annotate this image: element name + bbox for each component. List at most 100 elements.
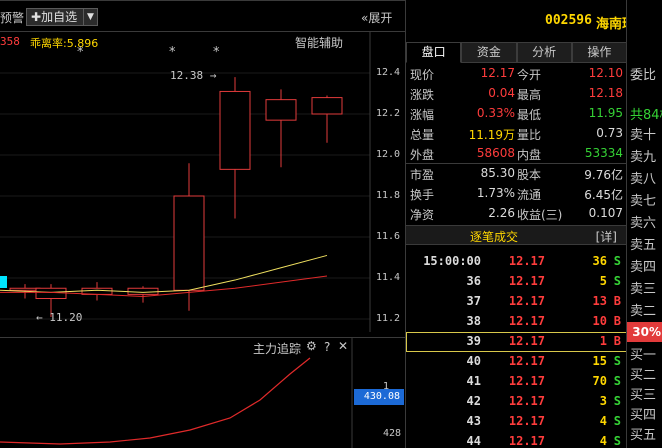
trade-direction: B: [613, 314, 621, 328]
trade-row[interactable]: 43 12.17 4 S: [406, 412, 627, 432]
depth-count-label: 共84档: [630, 108, 662, 123]
sub-axis-current-value: 430.08: [354, 389, 404, 405]
quote-row: 净资 2.26 收益(三) 0.107: [406, 204, 627, 224]
quote-value: 11.19万: [468, 128, 515, 142]
trade-row[interactable]: 40 12.17 15 S: [406, 352, 627, 372]
trade-time: 42: [466, 394, 481, 408]
candle[interactable]: [127, 286, 159, 303]
price-tick: 11.4: [376, 272, 401, 283]
trade-volume: 70: [592, 374, 607, 388]
trades-detail-link[interactable]: [详]: [596, 228, 617, 245]
ask-level-label: 卖八: [630, 172, 657, 187]
quote-label: 涨幅: [410, 108, 435, 122]
trade-direction: S: [613, 434, 621, 448]
trade-volume: 4: [599, 434, 607, 448]
trade-price: 12.17: [508, 374, 545, 388]
quote-row: 涨跌 0.04 最高 12.18: [406, 84, 627, 104]
quote-value: 58608: [476, 146, 515, 160]
candle[interactable]: [173, 163, 205, 311]
bid-ask-ratio-badge: 30%: [627, 322, 662, 342]
tab-funds[interactable]: 资金: [461, 42, 517, 63]
trade-volume: 13: [592, 294, 607, 308]
ask-level-label: 卖四: [630, 260, 657, 275]
quote-value: 0.33%: [476, 106, 515, 120]
trade-volume: 3: [599, 394, 607, 408]
trade-row[interactable]: 38 12.17 10 B: [406, 312, 627, 332]
trade-row[interactable]: 36 12.17 5 S: [406, 272, 627, 292]
quote-label: 收益(三): [517, 208, 563, 222]
trade-volume: 4: [599, 414, 607, 428]
trade-direction: B: [613, 294, 621, 308]
trade-price: 12.17: [508, 294, 545, 308]
quote-value: 0.107: [588, 206, 623, 220]
quote-value: 6.45亿: [584, 188, 623, 202]
ask-level-label: 卖十: [630, 128, 657, 143]
quote-value: 12.18: [588, 86, 623, 100]
candle[interactable]: [265, 89, 297, 168]
quote-label: 内盘: [517, 148, 542, 162]
quote-label: 最高: [517, 88, 542, 102]
quote-label: 现价: [410, 68, 435, 82]
price-tick: 12.0: [376, 149, 401, 160]
price-tick: 12.2: [376, 108, 401, 119]
alert-label[interactable]: 预警: [0, 9, 24, 26]
tab-orderbook[interactable]: 盘口: [406, 42, 462, 63]
ask-level-label: 卖三: [630, 282, 657, 297]
chart-area[interactable]: 预警 ✚加自选 ▼ «展开 358 乖离率:5.896 智能辅助 * * * 1…: [0, 0, 405, 448]
candle-body: [173, 195, 205, 291]
candle[interactable]: [81, 282, 113, 301]
candle[interactable]: [219, 77, 251, 219]
quote-row: 换手 1.73% 流通 6.45亿: [406, 184, 627, 204]
trade-price: 12.17: [508, 334, 545, 348]
price-tick: 11.6: [376, 231, 401, 242]
trade-volume: 5: [599, 274, 607, 288]
trade-direction: S: [613, 254, 621, 268]
trade-volume: 10: [592, 314, 607, 328]
trade-time: 40: [466, 354, 481, 368]
quote-label: 涨跌: [410, 88, 435, 102]
quote-panel: 002596 海南瑞泽 盘口 资金 分析 操作 现价 12.17 今开 12.10 涨跌…: [405, 0, 648, 448]
quote-row: 市盈 85.30 股本 9.76亿: [406, 164, 627, 184]
trade-time: 41: [466, 374, 481, 388]
trade-row[interactable]: 42 12.17 3 S: [406, 392, 627, 412]
trade-direction: B: [613, 334, 621, 348]
quote-label: 市盈: [410, 168, 435, 182]
tab-operation[interactable]: 操作: [571, 42, 627, 63]
trade-volume: 15: [592, 354, 607, 368]
trade-row[interactable]: 44 12.17 4 S: [406, 432, 627, 448]
arrow-right-icon: →: [203, 69, 217, 82]
expand-button[interactable]: «展开: [361, 9, 392, 26]
candle-body: [311, 97, 343, 115]
trade-row[interactable]: 39 12.17 1 B: [406, 332, 627, 352]
trade-price: 12.17: [508, 314, 545, 328]
bid-level-label: 买四: [630, 408, 657, 423]
sub-axis-tick: 428: [383, 428, 402, 439]
quote-row: 总量 11.19万 量比 0.73: [406, 124, 627, 144]
trade-row[interactable]: 15:00:00 12.17 36 S: [406, 252, 627, 272]
quote-row: 涨幅 0.33% 最低 11.95: [406, 104, 627, 124]
bid-level-label: 买五: [630, 428, 657, 443]
cursor-marker: [0, 276, 7, 288]
tab-analysis[interactable]: 分析: [516, 42, 572, 63]
trade-time: 15:00:00: [423, 254, 481, 268]
candle[interactable]: [311, 95, 343, 143]
trades-header: 逐笔成交 [详]: [406, 225, 627, 245]
ask-level-label: 卖九: [630, 150, 657, 165]
quote-value: 53334: [584, 146, 623, 160]
trade-row[interactable]: 41 12.17 70 S: [406, 372, 627, 392]
quote-value: 0.04: [488, 86, 515, 100]
price-tick: 11.8: [376, 190, 401, 201]
trade-row[interactable]: 37 12.17 13 B: [406, 292, 627, 312]
trade-volume: 36: [592, 254, 607, 268]
trade-price: 12.17: [508, 254, 545, 268]
order-book-strip: 委比共84档卖十卖九卖八卖七卖六卖五卖四卖三卖二卖一30%买一买二买三买四买五: [626, 0, 662, 448]
ask-level-label: 卖七: [630, 194, 657, 209]
quote-value: 0.73: [596, 126, 623, 140]
chevron-down-icon[interactable]: ▼: [83, 8, 98, 26]
ask-level-label: 卖六: [630, 216, 657, 231]
quote-value: 11.95: [588, 106, 623, 120]
quote-label: 总量: [410, 128, 435, 142]
trade-price: 12.17: [508, 434, 545, 448]
trade-time: 38: [466, 314, 481, 328]
low-marker: ← 11.20: [36, 311, 83, 324]
